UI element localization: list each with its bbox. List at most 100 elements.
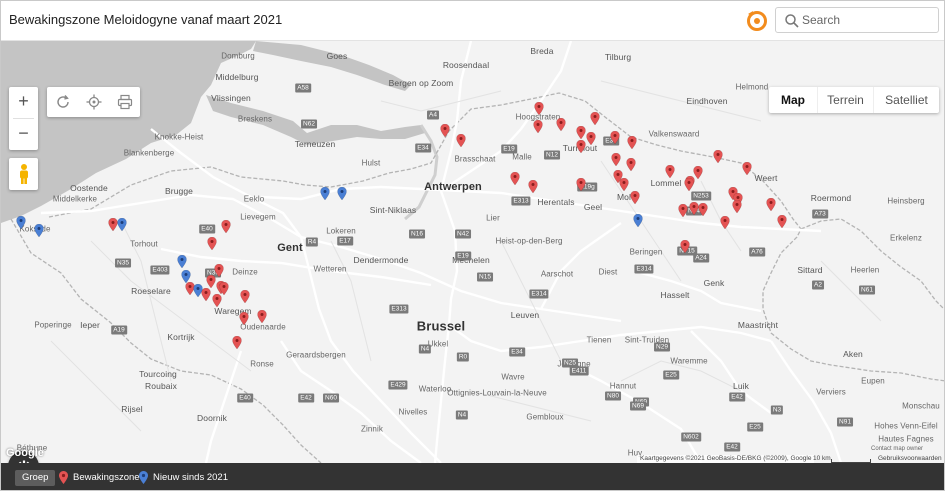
road-shield: N61	[859, 285, 875, 295]
blue-marker-icon	[139, 470, 148, 484]
marker-nieuw-sinds-2021[interactable]	[117, 218, 127, 231]
road-shield: R4	[305, 237, 319, 247]
marker-bewakingszone[interactable]	[684, 178, 694, 191]
marker-bewakingszone[interactable]	[590, 112, 600, 125]
place-label-ottignies: Ottignies-Louvain-la-Neuve	[447, 388, 547, 398]
marker-bewakingszone[interactable]	[678, 204, 688, 217]
map-type-satellite[interactable]: Satelliet	[873, 87, 939, 113]
marker-nieuw-sinds-2021[interactable]	[193, 284, 203, 297]
marker-bewakingszone[interactable]	[613, 170, 623, 183]
street-view-pegman[interactable]	[9, 158, 38, 190]
marker-bewakingszone[interactable]	[766, 198, 776, 211]
place-label-oostende: Oostende	[70, 183, 108, 193]
place-label-hautesfagnes: Hautes Fagnes	[878, 434, 934, 444]
terms-link[interactable]: Gebruiksvoorwaarden	[878, 455, 942, 462]
search-input[interactable]	[802, 11, 932, 29]
map-canvas[interactable]: Domburg Middelburg Vlissingen Breskens Knokk…	[1, 41, 944, 463]
road-shield: E34	[415, 143, 431, 153]
place-label-lokeren: Lokeren	[326, 226, 356, 236]
marker-bewakingszone[interactable]	[201, 288, 211, 301]
place-label-roubaix: Roubaix	[145, 381, 177, 391]
marker-bewakingszone[interactable]	[207, 237, 217, 250]
marker-bewakingszone[interactable]	[556, 118, 566, 131]
reset-view-button[interactable]	[47, 87, 78, 117]
contact-owner-link[interactable]: Contact map owner	[871, 446, 923, 452]
marker-bewakingszone[interactable]	[693, 166, 703, 179]
marker-bewakingszone[interactable]	[610, 131, 620, 144]
legend-item-nieuw[interactable]: Nieuw sinds 2021	[139, 469, 228, 485]
print-button[interactable]	[109, 87, 140, 117]
marker-nieuw-sinds-2021[interactable]	[320, 187, 330, 200]
marker-nieuw-sinds-2021[interactable]	[177, 255, 187, 268]
group-button[interactable]: Groep	[15, 470, 56, 486]
marker-bewakingszone[interactable]	[627, 136, 637, 149]
marker-bewakingszone[interactable]	[239, 312, 249, 325]
place-label-weert: Weert	[754, 173, 778, 183]
marker-bewakingszone[interactable]	[611, 153, 621, 166]
map-type-map[interactable]: Map	[769, 87, 817, 113]
place-label-heistopdenberg: Heist-op-den-Berg	[495, 236, 563, 246]
place-label-middelkerke: Middelkerke	[52, 194, 98, 204]
marker-bewakingszone[interactable]	[440, 124, 450, 137]
place-label-goes: Goes	[326, 51, 348, 61]
legend-label: Nieuw sinds 2021	[153, 471, 228, 483]
marker-bewakingszone[interactable]	[576, 178, 586, 191]
marker-bewakingszone[interactable]	[232, 336, 242, 349]
marker-bewakingszone[interactable]	[586, 132, 596, 145]
place-label-doornik: Doornik	[197, 413, 227, 423]
marker-bewakingszone[interactable]	[777, 215, 787, 228]
border-be-fr	[10, 218, 322, 463]
marker-bewakingszone[interactable]	[456, 134, 466, 147]
place-label-bergenopzoom: Bergen op Zoom	[388, 78, 454, 88]
search-box[interactable]	[775, 7, 939, 33]
marker-bewakingszone[interactable]	[698, 203, 708, 216]
marker-bewakingszone[interactable]	[689, 202, 699, 215]
marker-bewakingszone[interactable]	[257, 310, 267, 323]
place-label-hannut: Hannut	[609, 381, 637, 391]
marker-bewakingszone[interactable]	[108, 218, 118, 231]
marker-bewakingszone[interactable]	[528, 180, 538, 193]
place-label-lier: Lier	[486, 213, 500, 223]
marker-bewakingszone[interactable]	[742, 162, 752, 175]
road-shield: A76	[749, 247, 765, 257]
zoom-in-button[interactable]: +	[9, 87, 38, 118]
marker-nieuw-sinds-2021[interactable]	[181, 270, 191, 283]
marker-bewakingszone[interactable]	[576, 126, 586, 139]
marker-bewakingszone[interactable]	[720, 216, 730, 229]
marker-bewakingszone[interactable]	[665, 165, 675, 178]
place-label-knokke: Knokke-Heist	[154, 132, 204, 142]
marker-nieuw-sinds-2021[interactable]	[34, 224, 44, 237]
marker-bewakingszone[interactable]	[212, 294, 222, 307]
marker-bewakingszone[interactable]	[533, 120, 543, 133]
marker-bewakingszone[interactable]	[713, 150, 723, 163]
map-app: Bewakingszone Meloidogyne vanaf maart 20…	[0, 0, 945, 491]
marker-bewakingszone[interactable]	[680, 240, 690, 253]
road-shield: E25	[747, 422, 763, 432]
printer-icon	[117, 94, 132, 110]
marker-bewakingszone[interactable]	[732, 200, 742, 213]
road-shield: R0	[456, 352, 470, 362]
zoom-out-button[interactable]: −	[9, 119, 38, 150]
marker-bewakingszone[interactable]	[214, 264, 224, 277]
marker-bewakingszone[interactable]	[240, 290, 250, 303]
marker-bewakingszone[interactable]	[630, 191, 640, 204]
marker-nieuw-sinds-2021[interactable]	[337, 187, 347, 200]
place-label-verviers: Verviers	[816, 387, 846, 397]
marker-bewakingszone[interactable]	[534, 102, 544, 115]
place-label-lommel: Lommel	[650, 178, 682, 188]
marker-nieuw-sinds-2021[interactable]	[633, 214, 643, 227]
place-label-luik: Luik	[733, 381, 749, 391]
place-label-tienen: Tienen	[586, 335, 612, 345]
place-label-eindhoven: Eindhoven	[686, 96, 728, 106]
marker-bewakingszone[interactable]	[206, 275, 216, 288]
marker-bewakingszone[interactable]	[510, 172, 520, 185]
marker-bewakingszone[interactable]	[626, 158, 636, 171]
my-location-button[interactable]	[78, 87, 109, 117]
place-label-erkelenz: Erkelenz	[890, 233, 922, 243]
place-label-waremme: Waremme	[670, 356, 708, 366]
marker-bewakingszone[interactable]	[221, 220, 231, 233]
map-type-terrain[interactable]: Terrein	[817, 87, 873, 113]
legend-item-bewakingszone[interactable]: Bewakingszone	[59, 469, 140, 485]
marker-nieuw-sinds-2021[interactable]	[16, 216, 26, 229]
marker-bewakingszone[interactable]	[576, 140, 586, 153]
